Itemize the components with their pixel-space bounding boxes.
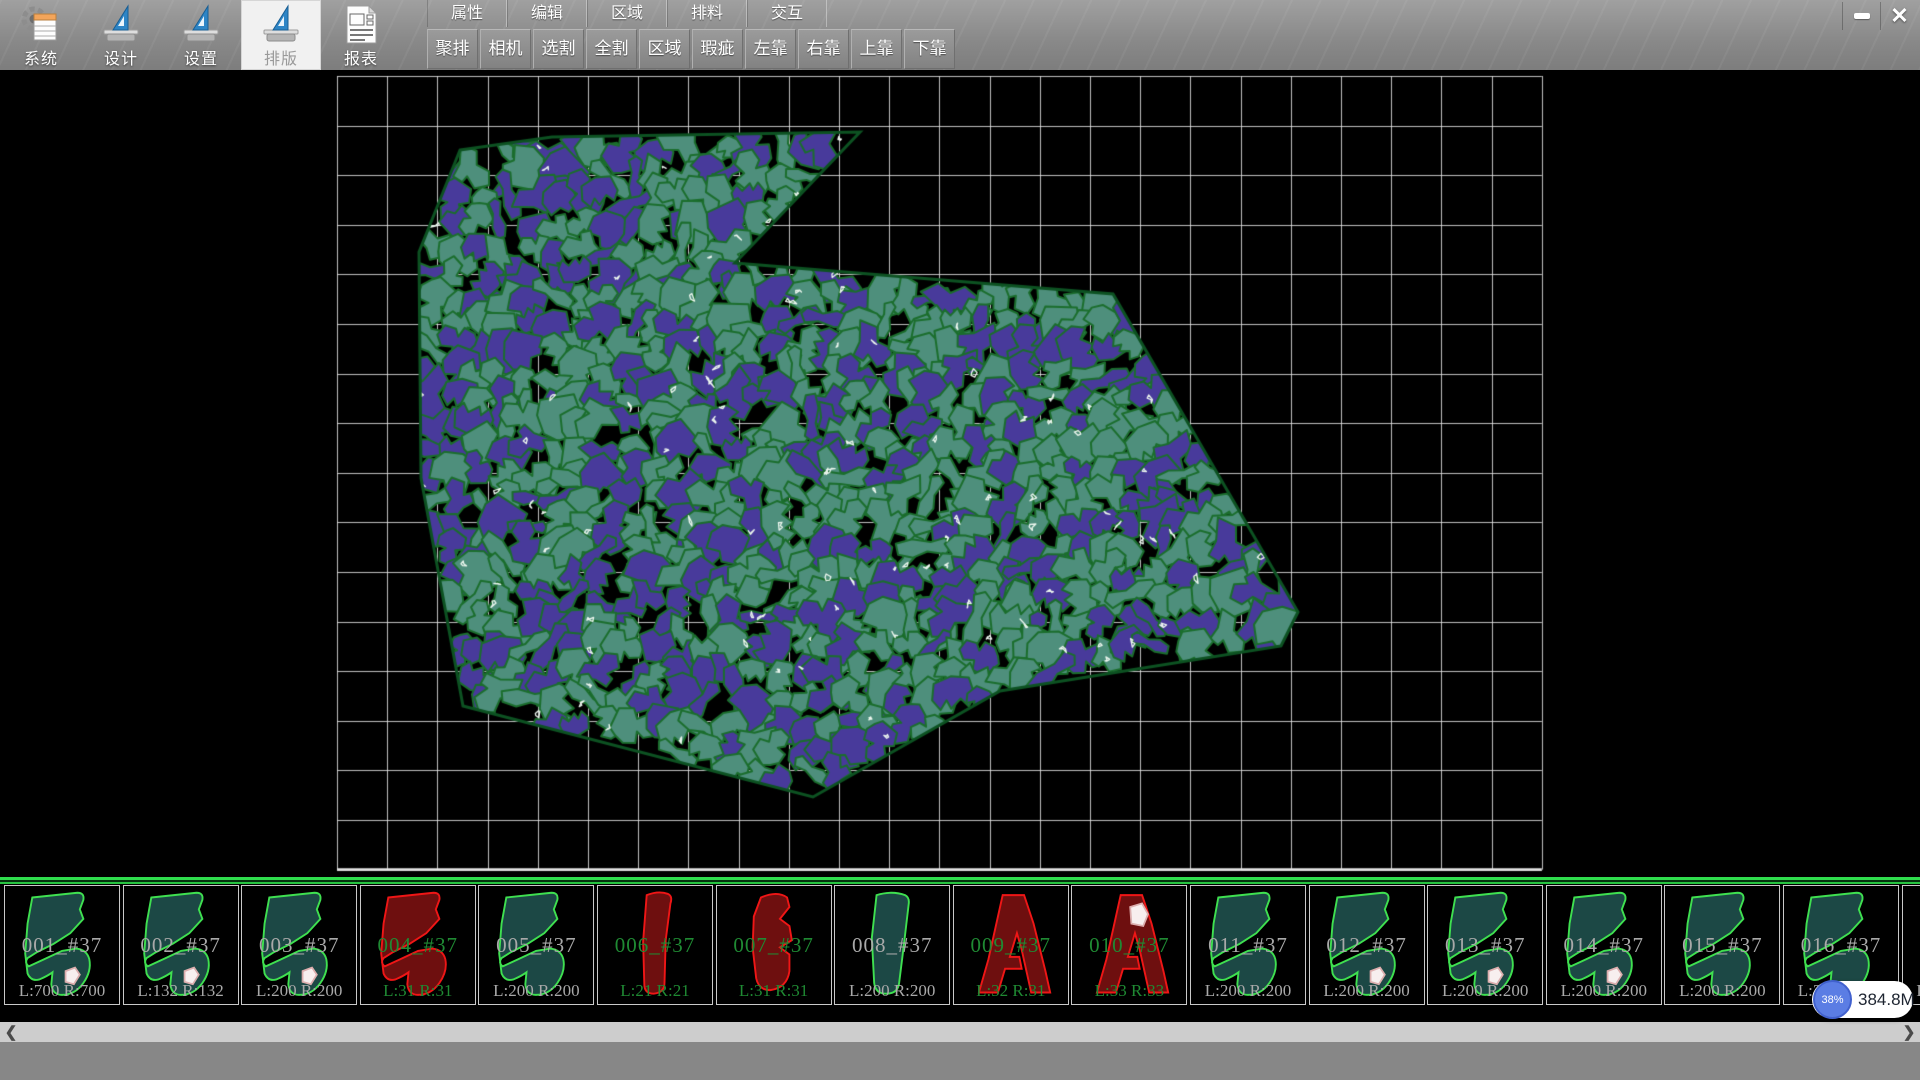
piece-name: 016_#37	[1784, 933, 1898, 958]
toolbar-button-nesting[interactable]: 排版	[241, 0, 321, 70]
piece-lr-count: L:200 R:200	[1310, 981, 1424, 1001]
piece-thumbnail-007_#37[interactable]: 007_#37 L:31 R:31	[716, 885, 832, 1005]
close-icon: ✕	[1890, 5, 1908, 27]
menu-2[interactable]: 编辑	[507, 0, 587, 27]
toolbar-button-label: 排版	[241, 45, 321, 69]
piece-name: 005_#37	[479, 933, 593, 958]
strip-separator	[0, 877, 1920, 884]
piece-name: 013_#37	[1428, 933, 1542, 958]
progress-percent: 38%	[1821, 994, 1843, 1006]
tool-10[interactable]: 下靠	[904, 29, 955, 69]
menu-1[interactable]: 属性	[427, 0, 507, 27]
scroll-left-icon[interactable]: ❮	[0, 1022, 22, 1042]
piece-thumbnail-014_#37[interactable]: 014_#37 L:200 R:200	[1546, 885, 1662, 1005]
tool-6[interactable]: 瑕疵	[692, 29, 743, 69]
piece-name: 007_#37	[717, 933, 831, 958]
toolbar-button-system[interactable]: 系统	[1, 0, 81, 70]
piece-name: 002_#37	[124, 933, 238, 958]
piece-lr-count: L:200 R:200	[1665, 981, 1779, 1001]
piece-lr-count: L:31 R:31	[717, 981, 831, 1001]
piece-thumbnail-004_#37[interactable]: 004_#37 L:31 R:31	[360, 885, 476, 1005]
status-bar	[0, 1042, 1920, 1080]
minimize-icon	[1854, 13, 1870, 19]
piece-thumbnail-008_#37[interactable]: 008_#37 L:200 R:200	[834, 885, 950, 1005]
tool-7[interactable]: 左靠	[745, 29, 796, 69]
close-button[interactable]: ✕	[1880, 2, 1918, 30]
tool-1[interactable]: 聚排	[427, 29, 478, 69]
toolbar-button-design[interactable]: 设计	[81, 0, 161, 70]
design-icon	[99, 3, 143, 47]
piece-name: 015_#37	[1665, 933, 1779, 958]
piece-lr-count: L:200 R:200	[835, 981, 949, 1001]
piece-thumbnail-003_#37[interactable]: 003_#37 L:200 R:200	[241, 885, 357, 1005]
nesting-canvas[interactable]	[0, 70, 1920, 877]
tool-5[interactable]: 区域	[639, 29, 690, 69]
piece-thumbnail-013_#37[interactable]: 013_#37 L:200 R:200	[1427, 885, 1543, 1005]
piece-thumbnail-010_#37[interactable]: 010_#37 L:33 R:33	[1071, 885, 1187, 1005]
menu-4[interactable]: 排料	[667, 0, 747, 27]
settings-icon	[179, 3, 223, 47]
piece-thumbnail-015_#37[interactable]: 015_#37 L:200 R:200	[1664, 885, 1780, 1005]
piece-lr-count: L:33 R:33	[1072, 981, 1186, 1001]
nesting-icon	[259, 3, 303, 47]
toolbar-button-label: 设计	[81, 45, 161, 69]
piece-name: 012_#37	[1310, 933, 1424, 958]
horizontal-scrollbar[interactable]: ❮ ❯	[0, 1022, 1920, 1042]
progress-circle: 38%	[1813, 980, 1852, 1019]
piece-lr-count: L:31 R:31	[361, 981, 475, 1001]
piece-lr-count: L:200 R:200	[242, 981, 356, 1001]
piece-name: 003_#37	[242, 933, 356, 958]
piece-thumbnail-006_#37[interactable]: 006_#37 L:21 R:21	[597, 885, 713, 1005]
tool-9[interactable]: 上靠	[851, 29, 902, 69]
piece-name: 006_#37	[598, 933, 712, 958]
piece-name: 001_#37	[5, 933, 119, 958]
toolbar-button-report[interactable]: 报表	[321, 0, 401, 70]
menu-5[interactable]: 交互	[747, 0, 827, 27]
tool-8[interactable]: 右靠	[798, 29, 849, 69]
menu-bar: 属性编辑区域排料交互	[427, 0, 827, 28]
tool-strip: 聚排相机选割全割区域瑕疵左靠右靠上靠下靠	[427, 29, 957, 69]
tool-4[interactable]: 全割	[586, 29, 637, 69]
toolbar-button-label: 报表	[321, 45, 401, 69]
piece-name: 014_#37	[1547, 933, 1661, 958]
piece-lr-count: L:200 R:200	[1428, 981, 1542, 1001]
piece-thumbnail-009_#37[interactable]: 009_#37 L:32 R:31	[953, 885, 1069, 1005]
piece-thumbnail-strip: 001_#37L:700 R:700002_#37L:132 R:132003_…	[0, 884, 1920, 1006]
piece-lr-count: L:200 R:200	[479, 981, 593, 1001]
piece-lr-count: L:32 R:31	[954, 981, 1068, 1001]
piece-thumbnail-011_#37[interactable]: 011_#37 L:200 R:200	[1190, 885, 1306, 1005]
nesting-canvas-area[interactable]	[0, 70, 1920, 877]
memory-usage: 384.8M	[1858, 981, 1915, 1018]
piece-lr-count: L:200 R:200	[1547, 981, 1661, 1001]
piece-thumbnail-012_#37[interactable]: 012_#37 L:200 R:200	[1309, 885, 1425, 1005]
tool-2[interactable]: 相机	[480, 29, 531, 69]
scroll-right-icon[interactable]: ❯	[1898, 1022, 1920, 1042]
piece-name: 008_#37	[835, 933, 949, 958]
piece-name: 010_#37	[1072, 933, 1186, 958]
piece-thumbnail-002_#37[interactable]: 002_#37 L:132 R:132	[123, 885, 239, 1005]
status-badge: 38% 384.8M	[1812, 981, 1913, 1018]
toolbar-button-label: 系统	[1, 45, 81, 69]
tool-3[interactable]: 选割	[533, 29, 584, 69]
system-icon	[19, 3, 63, 47]
piece-name: 004_#37	[361, 933, 475, 958]
toolbar-button-settings[interactable]: 设置	[161, 0, 241, 70]
piece-name: 009_#37	[954, 933, 1068, 958]
application-window: 系统 设计 设置 排版	[0, 0, 1920, 1080]
piece-thumbnail-001_#37[interactable]: 001_#37 L:700 R:700	[4, 885, 120, 1005]
piece-lr-count: L:21 R:21	[598, 981, 712, 1001]
report-icon	[339, 3, 383, 47]
menu-3[interactable]: 区域	[587, 0, 667, 27]
piece-lr-count: L:132 R:132	[124, 981, 238, 1001]
minimize-button[interactable]	[1842, 2, 1880, 30]
piece-lr-count: L:200 R:200	[1191, 981, 1305, 1001]
piece-lr-count: L:700 R:700	[5, 981, 119, 1001]
window-controls: ✕	[1842, 2, 1918, 30]
piece-thumbnail-005_#37[interactable]: 005_#37 L:200 R:200	[478, 885, 594, 1005]
toolbar-button-label: 设置	[161, 45, 241, 69]
piece-name: 011_#37	[1191, 933, 1305, 958]
piece-name: 017_#37	[1903, 933, 1920, 958]
